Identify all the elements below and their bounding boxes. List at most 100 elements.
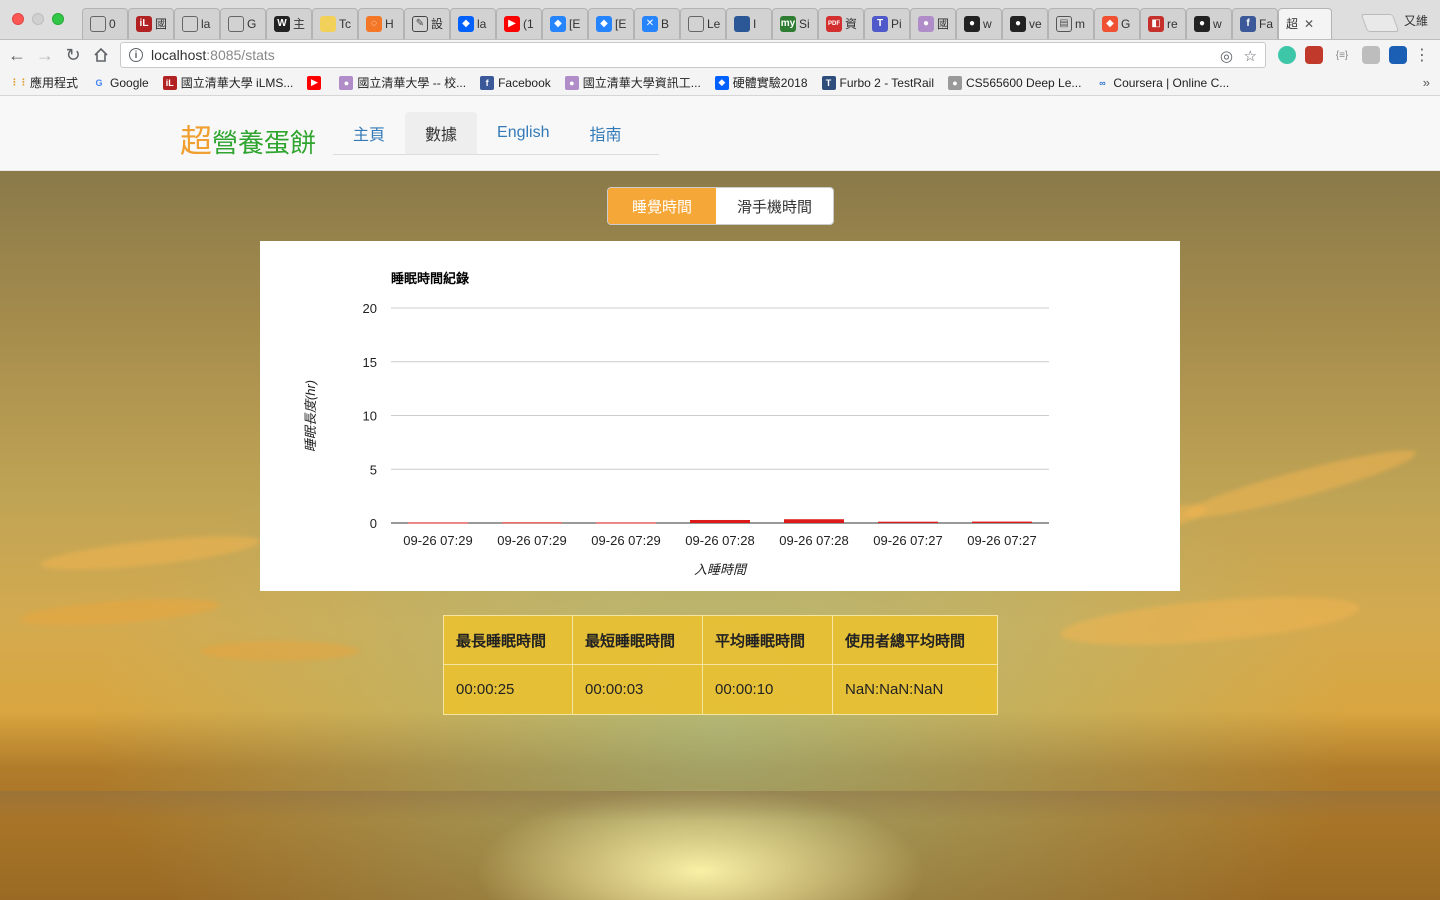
bookmark-item[interactable]: ▶ bbox=[307, 75, 325, 90]
bookmark-item[interactable]: ∞ Coursera | Online C... bbox=[1095, 76, 1229, 90]
back-icon[interactable]: ← bbox=[6, 44, 28, 66]
dropbox-icon: ◆ bbox=[714, 75, 729, 90]
browser-tab[interactable]: ◆ G bbox=[1092, 8, 1142, 39]
location-icon[interactable]: ◎ bbox=[1220, 47, 1233, 65]
stats-value-cell: 00:00:10 bbox=[702, 664, 833, 715]
extension-bookmark-icon[interactable] bbox=[1389, 46, 1407, 64]
stats-header-cell: 平均睡眠時間 bbox=[702, 615, 833, 665]
nthu-icon: ● bbox=[339, 75, 354, 90]
bookmarks-overflow-icon[interactable]: » bbox=[1423, 75, 1430, 90]
stats-header-cell: 最長睡眠時間 bbox=[443, 615, 573, 665]
x-axis-label: 入睡時間 bbox=[694, 562, 748, 577]
browser-tab[interactable]: Tc bbox=[310, 8, 360, 39]
bookmark-item[interactable]: iL 國立清華大學 iLMS... bbox=[162, 74, 294, 91]
browser-tab[interactable]: ◧ re bbox=[1138, 8, 1188, 39]
x-tick-label: 09-26 07:29 bbox=[497, 533, 566, 548]
bookmark-item[interactable]: f Facebook bbox=[480, 75, 551, 90]
browser-tab[interactable]: ✕ B bbox=[632, 8, 682, 39]
extension-redirect-icon[interactable] bbox=[1305, 46, 1323, 64]
extension-grammarly-icon[interactable] bbox=[1278, 46, 1296, 64]
home-icon[interactable] bbox=[90, 44, 112, 66]
bookmark-item[interactable]: ◆ 硬體實驗2018 bbox=[714, 74, 808, 91]
browser-tab-label: Pi bbox=[891, 16, 902, 31]
bookmark-item[interactable]: G Google bbox=[92, 76, 149, 90]
nav-tab[interactable]: 主頁 bbox=[333, 112, 405, 154]
browser-tab[interactable]: ● ve bbox=[1000, 8, 1050, 39]
browser-tab-label: Si bbox=[799, 16, 810, 31]
browser-tab[interactable]: I bbox=[724, 8, 774, 39]
bar bbox=[502, 522, 562, 524]
profile-name[interactable]: 又維 bbox=[1404, 12, 1428, 29]
browser-tab[interactable]: 超 ✕ bbox=[1276, 8, 1334, 39]
chat-icon bbox=[734, 15, 750, 32]
window-minimize-button[interactable] bbox=[32, 13, 44, 25]
forward-icon[interactable]: → bbox=[34, 44, 56, 66]
browser-tab-label: G bbox=[1121, 16, 1131, 31]
sleep-time-toggle[interactable]: 睡覺時間 bbox=[608, 188, 716, 224]
reload-icon[interactable]: ↻ bbox=[62, 44, 84, 66]
browser-tab[interactable]: G bbox=[218, 8, 268, 39]
bookmark-item[interactable]: T Furbo 2 - TestRail bbox=[821, 75, 934, 90]
doc-icon bbox=[228, 15, 244, 32]
bookmark-star-icon[interactable]: ☆ bbox=[1244, 47, 1257, 65]
browser-tab[interactable]: ◆ la bbox=[448, 8, 498, 39]
browser-tab[interactable]: la bbox=[172, 8, 222, 39]
git-icon: ◆ bbox=[1102, 15, 1118, 32]
browser-tab[interactable]: ◌ H bbox=[356, 8, 406, 39]
browser-tab[interactable]: Le bbox=[678, 8, 728, 39]
bookmark-label: 硬體實驗2018 bbox=[732, 76, 808, 90]
browser-tab-label: [E bbox=[615, 16, 627, 31]
youtube-icon: ▶ bbox=[504, 15, 520, 32]
browser-tab[interactable]: ● w bbox=[1184, 8, 1234, 39]
address-bar[interactable]: i localhost:8085/stats ◎ ☆ bbox=[120, 42, 1266, 68]
browser-tab[interactable]: T Pi bbox=[862, 8, 912, 39]
bar bbox=[972, 521, 1032, 523]
browser-tab[interactable]: W主 bbox=[264, 8, 314, 39]
browser-tab[interactable]: PDF 資 bbox=[816, 8, 866, 39]
browser-tab-label: w bbox=[983, 16, 992, 31]
dropbox-icon: ◆ bbox=[458, 15, 474, 32]
chart-title: 睡眠時間紀錄 bbox=[391, 271, 469, 286]
close-tab-icon[interactable]: ✕ bbox=[1304, 17, 1314, 31]
extension-gray-icon[interactable] bbox=[1362, 46, 1380, 64]
page: 超營養蛋餅 主頁 數據 English 指南 睡覺時間 滑手機時間 睡眠時間紀錄 0 5 1… bbox=[0, 96, 1440, 900]
nav-tab[interactable]: English bbox=[477, 112, 569, 154]
bookmark-item[interactable]: ● 國立清華大學 -- 校... bbox=[339, 74, 466, 91]
nthu-icon: ● bbox=[947, 75, 962, 90]
teams-icon: T bbox=[872, 15, 888, 32]
browser-tab[interactable]: my Si bbox=[770, 8, 820, 39]
browser-tab[interactable]: ✎ 設 bbox=[402, 8, 452, 39]
browser-tab-label: [E bbox=[569, 16, 581, 31]
nav-tab[interactable]: 數據 bbox=[405, 112, 478, 154]
browser-tab[interactable]: ● 國 bbox=[908, 8, 958, 39]
x-tick-label: 09-26 07:28 bbox=[685, 533, 754, 548]
browser-tab[interactable]: ◆ [E bbox=[586, 8, 636, 39]
bookmark-label: 國立清華大學 iLMS... bbox=[180, 76, 294, 90]
site-info-icon[interactable]: i bbox=[129, 48, 143, 62]
window-maximize-button[interactable] bbox=[52, 13, 64, 25]
x-tick-label: 09-26 07:27 bbox=[967, 533, 1036, 548]
y-tick-label: 20 bbox=[363, 301, 377, 316]
doc-icon bbox=[182, 15, 198, 32]
browser-tab[interactable]: ▶ (1 bbox=[494, 8, 544, 39]
nav-tab[interactable]: 指南 bbox=[570, 112, 642, 154]
new-tab-button[interactable] bbox=[1360, 14, 1400, 32]
bookmark-item[interactable]: ⋮⋮ 應用程式 bbox=[10, 74, 78, 91]
browser-tab[interactable]: ▤ m bbox=[1046, 8, 1096, 39]
brand-logo[interactable]: 超營養蛋餅 bbox=[180, 116, 316, 162]
url-text[interactable]: localhost:8085/stats bbox=[151, 47, 275, 63]
window-close-button[interactable] bbox=[12, 13, 24, 25]
browser-tab[interactable]: f Fa bbox=[1230, 8, 1280, 39]
browser-tab[interactable]: ◆ [E bbox=[540, 8, 590, 39]
phone-time-toggle[interactable]: 滑手機時間 bbox=[716, 188, 833, 224]
bookmark-label: Coursera | Online C... bbox=[1113, 75, 1230, 90]
browser-tab[interactable]: 0 bbox=[80, 8, 130, 39]
browser-tab[interactable]: iL 國 bbox=[126, 8, 176, 39]
browser-tab-label: Tc bbox=[339, 16, 351, 31]
browser-tab[interactable]: ● w bbox=[954, 8, 1004, 39]
browser-menu-icon[interactable]: ⋮ bbox=[1413, 46, 1431, 64]
bookmark-item[interactable]: ● 國立清華大學資訊工... bbox=[564, 74, 701, 91]
bookmark-item[interactable]: ● CS565600 Deep Le... bbox=[947, 75, 1081, 90]
extension-json-icon[interactable]: {≡} bbox=[1333, 46, 1351, 64]
sleep-stats-table: 最長睡眠時間 最短睡眠時間 平均睡眠時間 使用者總平均時間 00:00:25 00:00… bbox=[443, 615, 998, 715]
